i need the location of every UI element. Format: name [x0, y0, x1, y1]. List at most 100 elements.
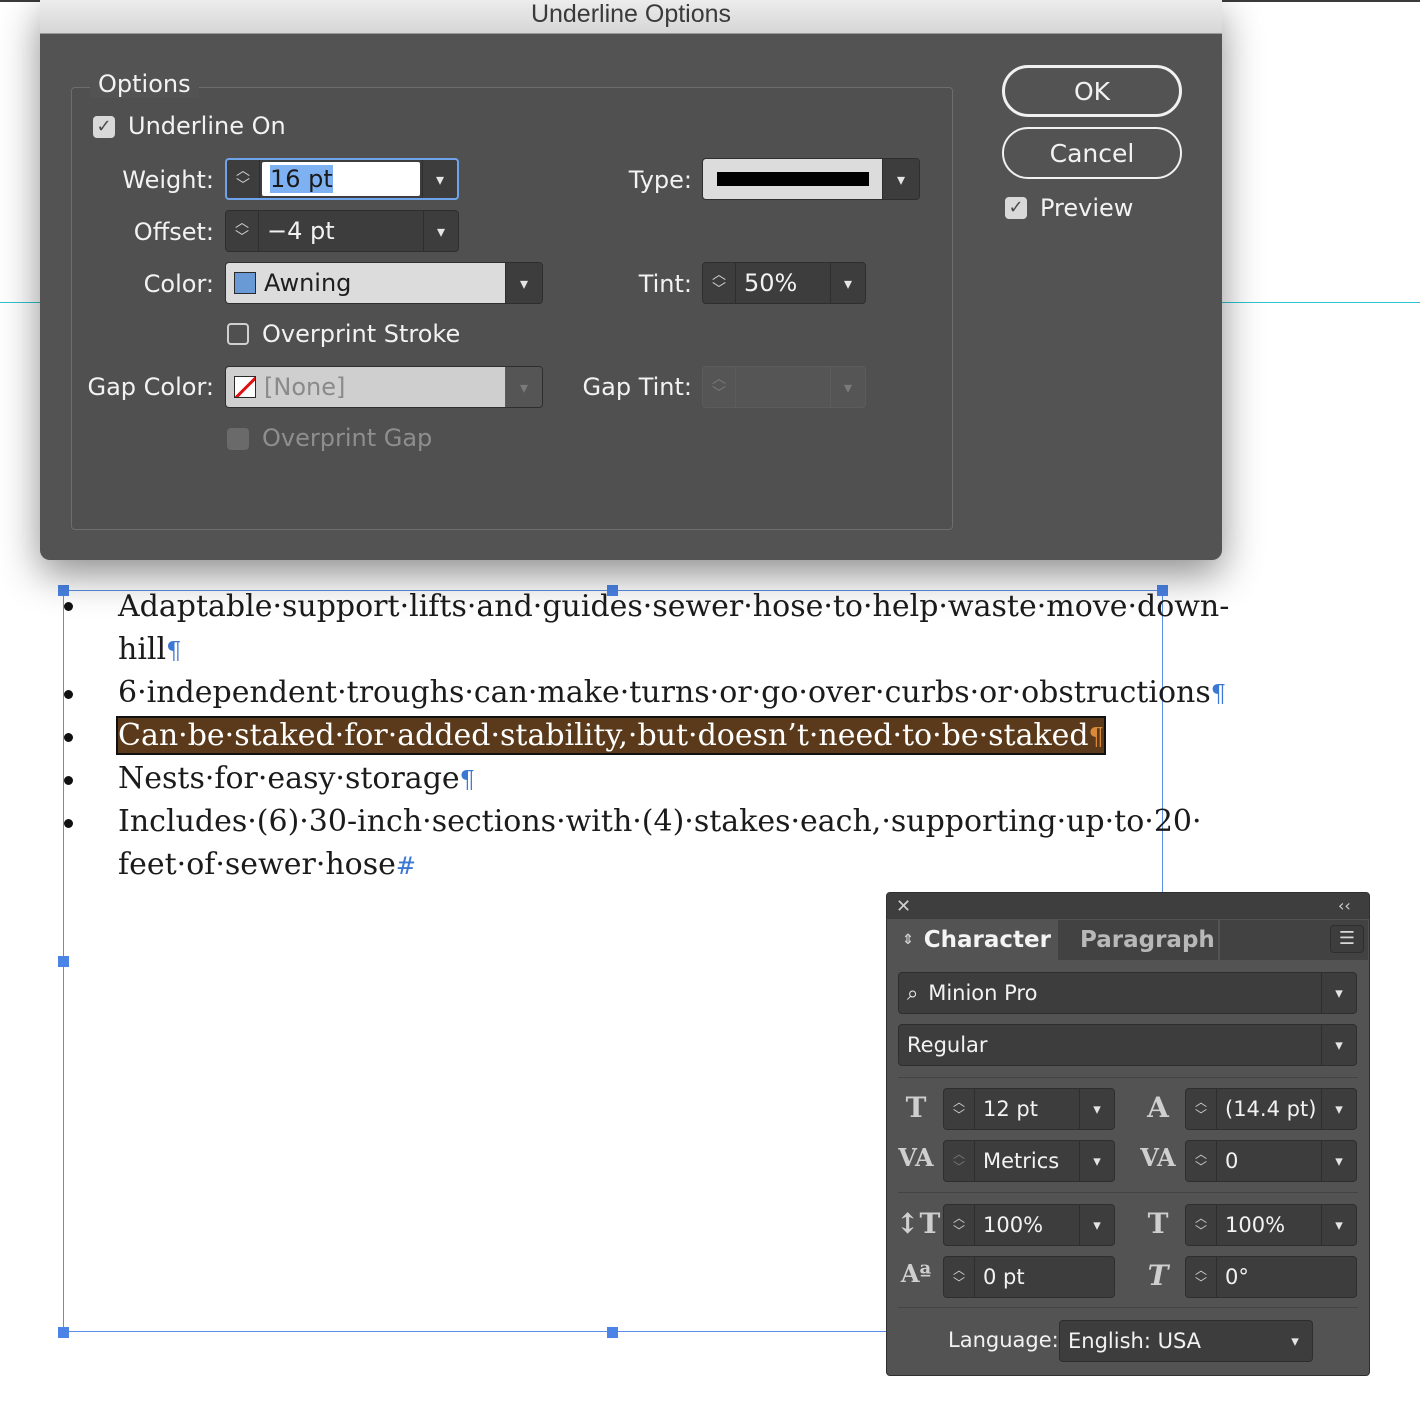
divider	[898, 1307, 1358, 1308]
baseline-shift-icon: Aª	[900, 1259, 932, 1288]
tab-character[interactable]: ⇕ Character	[888, 920, 1056, 960]
doc-line[interactable]: Includes·(6)·30-inch·sections·with·(4)·s…	[118, 800, 1202, 843]
tracking-icon: VA	[1140, 1143, 1176, 1172]
gap-tint-label: Gap Tint:	[582, 373, 692, 401]
overprint-gap-label[interactable]: Overprint Gap	[262, 424, 432, 452]
search-icon: ⌕	[907, 981, 919, 1005]
kerning-icon: VA	[898, 1143, 934, 1172]
chevron-down-icon[interactable]: ▾	[505, 263, 542, 303]
frame-handle-tl[interactable]	[58, 585, 69, 596]
frame-handle-bl[interactable]	[58, 1327, 69, 1338]
tint-label: Tint:	[638, 270, 692, 298]
leading-icon: A	[1147, 1091, 1169, 1124]
underline-on-checkbox[interactable]: ✓	[93, 116, 115, 138]
pilcrow-mark: ¶	[459, 766, 475, 794]
cancel-button[interactable]: Cancel	[1002, 127, 1182, 179]
leading-field[interactable]: ︿ ﹀ (14.4 pt) ▾	[1185, 1088, 1357, 1130]
frame-handle-bm[interactable]	[607, 1327, 618, 1338]
doc-line[interactable]: Nests·for·easy·storage¶	[118, 757, 475, 802]
panel-menu-icon[interactable]: ☰	[1330, 925, 1364, 953]
color-dropdown[interactable]: Awning ▾	[225, 262, 543, 304]
gap-color-dropdown[interactable]: [None] ▾	[225, 366, 543, 408]
end-of-story-mark: #	[395, 852, 417, 880]
chevron-down-icon[interactable]: ▾	[1321, 973, 1356, 1013]
horizontal-scale-field[interactable]: ︿ ﹀ 100% ▾	[1185, 1204, 1357, 1246]
kerning-field[interactable]: ︿ ﹀ Metrics ▾	[943, 1140, 1115, 1182]
weight-field[interactable]: ︿ ﹀ 16 pt ▾	[225, 158, 459, 200]
solid-line-icon	[716, 172, 869, 186]
chevron-down-icon[interactable]: ▾	[882, 159, 919, 199]
horizontal-scale-icon: T	[1147, 1207, 1169, 1240]
chevron-down-icon[interactable]: ▾	[1321, 1205, 1356, 1245]
color-label: Color:	[143, 270, 214, 298]
doc-line-selected[interactable]: Can·be·staked·for·added·stability,·but·d…	[116, 714, 1106, 759]
divider	[898, 1077, 1358, 1078]
chevron-down-icon[interactable]: ▾	[1079, 1141, 1114, 1181]
chevron-down-icon[interactable]: ▾	[505, 367, 542, 407]
weight-stepper[interactable]: ︿ ﹀	[227, 160, 260, 198]
chevron-down-icon[interactable]: ▾	[1278, 1321, 1312, 1361]
chevron-down-icon[interactable]: ▾	[423, 211, 458, 251]
tint-field[interactable]: ︿ ﹀ 50% ▾	[702, 262, 866, 304]
language-label: Language:	[948, 1328, 1059, 1352]
close-icon[interactable]: ✕	[896, 896, 911, 917]
chevron-down-icon[interactable]: ▾	[1079, 1089, 1114, 1129]
chevron-down-icon[interactable]: ▾	[1321, 1025, 1356, 1065]
offset-input[interactable]: −4 pt	[259, 211, 423, 251]
gap-color-label: Gap Color:	[87, 373, 215, 401]
chevron-down-icon[interactable]: ▾	[830, 367, 865, 407]
chevron-down-icon[interactable]: ▾	[830, 263, 865, 303]
overprint-stroke-checkbox[interactable]	[227, 323, 249, 345]
color-swatch-icon	[234, 272, 256, 294]
vertical-scale-icon: ↕T	[896, 1207, 941, 1240]
chevron-down-icon[interactable]: ▾	[1321, 1141, 1356, 1181]
options-group-label: Options	[90, 70, 199, 98]
doc-line[interactable]: 6·independent·troughs·can·make·turns·or·…	[118, 671, 1226, 716]
doc-line[interactable]: feet·of·sewer·hose#	[118, 843, 416, 888]
offset-stepper[interactable]: ︿ ﹀	[226, 211, 259, 251]
divider	[898, 1192, 1358, 1193]
skew-field[interactable]: ︿ ﹀ 0°	[1185, 1256, 1357, 1298]
collapse-icon[interactable]: ‹‹	[1338, 896, 1351, 915]
gap-tint-input[interactable]	[736, 367, 830, 407]
vertical-scale-field[interactable]: ︿ ﹀ 100% ▾	[943, 1204, 1115, 1246]
bullet	[64, 690, 73, 699]
font-style-field[interactable]: Regular ▾	[898, 1024, 1357, 1066]
type-dropdown[interactable]: ▾	[702, 158, 920, 200]
top-strip-left	[0, 0, 40, 2]
guide-line-right	[1222, 302, 1420, 303]
color-value: Awning	[264, 269, 352, 297]
preview-checkbox[interactable]: ✓	[1005, 197, 1027, 219]
baseline-shift-field[interactable]: ︿ ﹀ 0 pt	[943, 1256, 1115, 1298]
ok-button[interactable]: OK	[1002, 65, 1182, 117]
tint-stepper[interactable]: ︿ ﹀	[703, 263, 736, 303]
chevron-down-icon[interactable]: ▾	[422, 160, 457, 198]
overprint-stroke-label[interactable]: Overprint Stroke	[262, 320, 460, 348]
font-family-field[interactable]: ⌕ Minion Pro ▾	[898, 972, 1357, 1014]
underline-on-label[interactable]: Underline On	[128, 112, 286, 140]
overprint-gap-checkbox[interactable]	[227, 428, 249, 450]
offset-field[interactable]: ︿ ﹀ −4 pt ▾	[225, 210, 459, 252]
chevron-down-icon[interactable]: ▾	[1079, 1205, 1114, 1245]
doc-line[interactable]: hill¶	[118, 628, 181, 673]
preview-label[interactable]: Preview	[1040, 194, 1133, 222]
language-dropdown[interactable]: English: USA ▾	[1059, 1320, 1313, 1362]
tracking-field[interactable]: ︿ ﹀ 0 ▾	[1185, 1140, 1357, 1182]
font-size-icon: T	[905, 1091, 927, 1124]
font-size-field[interactable]: ︿ ﹀ 12 pt ▾	[943, 1088, 1115, 1130]
gap-tint-field[interactable]: ︿ ﹀ ▾	[702, 366, 866, 408]
offset-label: Offset:	[133, 218, 214, 246]
tab-paragraph[interactable]: Paragraph	[1058, 920, 1218, 960]
type-label: Type:	[628, 166, 692, 194]
gap-tint-stepper[interactable]: ︿ ﹀	[703, 367, 736, 407]
pilcrow-mark: ¶	[1210, 680, 1227, 708]
bullet	[64, 776, 73, 785]
tint-input[interactable]: 50%	[736, 263, 830, 303]
doc-line[interactable]: Adaptable·support·lifts·and·guides·sewer…	[118, 585, 1229, 628]
chevron-down-icon[interactable]: ▾	[1321, 1089, 1356, 1129]
dialog-title: Underline Options	[40, 0, 1222, 34]
frame-handle-ml[interactable]	[58, 956, 69, 967]
weight-input[interactable]: 16 pt	[262, 162, 420, 196]
guide-line-left	[0, 302, 40, 303]
bullet	[64, 733, 73, 742]
